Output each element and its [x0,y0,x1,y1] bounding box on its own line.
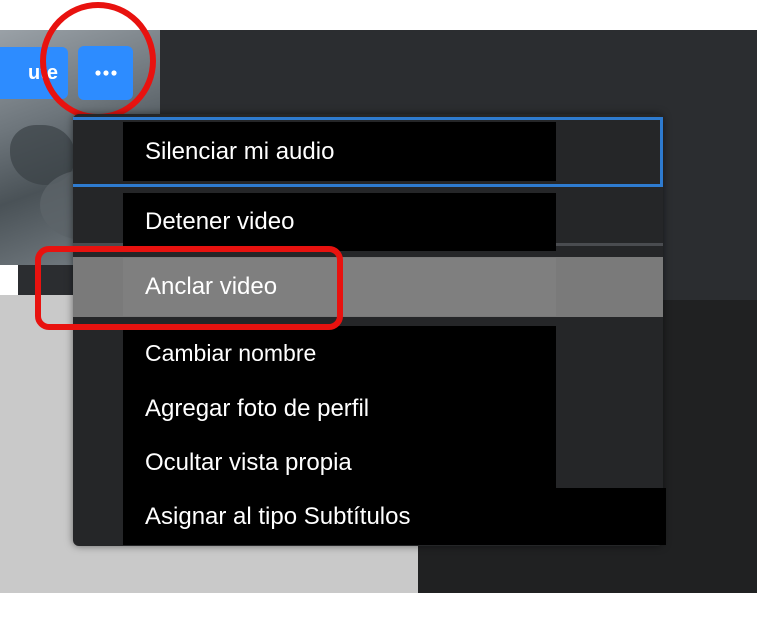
highlight-rectangle [35,246,343,330]
highlight-circle [40,2,156,120]
menu-item-label: Agregar foto de perfil [145,395,370,422]
menu-item-label: Cambiar nombre [145,339,317,366]
menu-item-assign-subtitles[interactable]: Asignar al tipo Subtítulos [123,488,666,545]
menu-item-label: Asignar al tipo Subtítulos [145,502,411,530]
menu-item-hide-self-view[interactable]: Ocultar vista propia [123,438,556,488]
menu-item-label: Ocultar vista propia [145,449,352,476]
menu-item-rename[interactable]: Cambiar nombre [123,326,556,380]
menu-item-stop-video[interactable]: Detener video [123,193,556,251]
menu-item-add-profile-photo[interactable]: Agregar foto de perfil [123,380,556,438]
menu-item-mute-audio[interactable]: Silenciar mi audio [123,122,556,181]
menu-item-label: Silenciar mi audio [145,137,335,165]
menu-item-label: Detener video [145,208,295,235]
